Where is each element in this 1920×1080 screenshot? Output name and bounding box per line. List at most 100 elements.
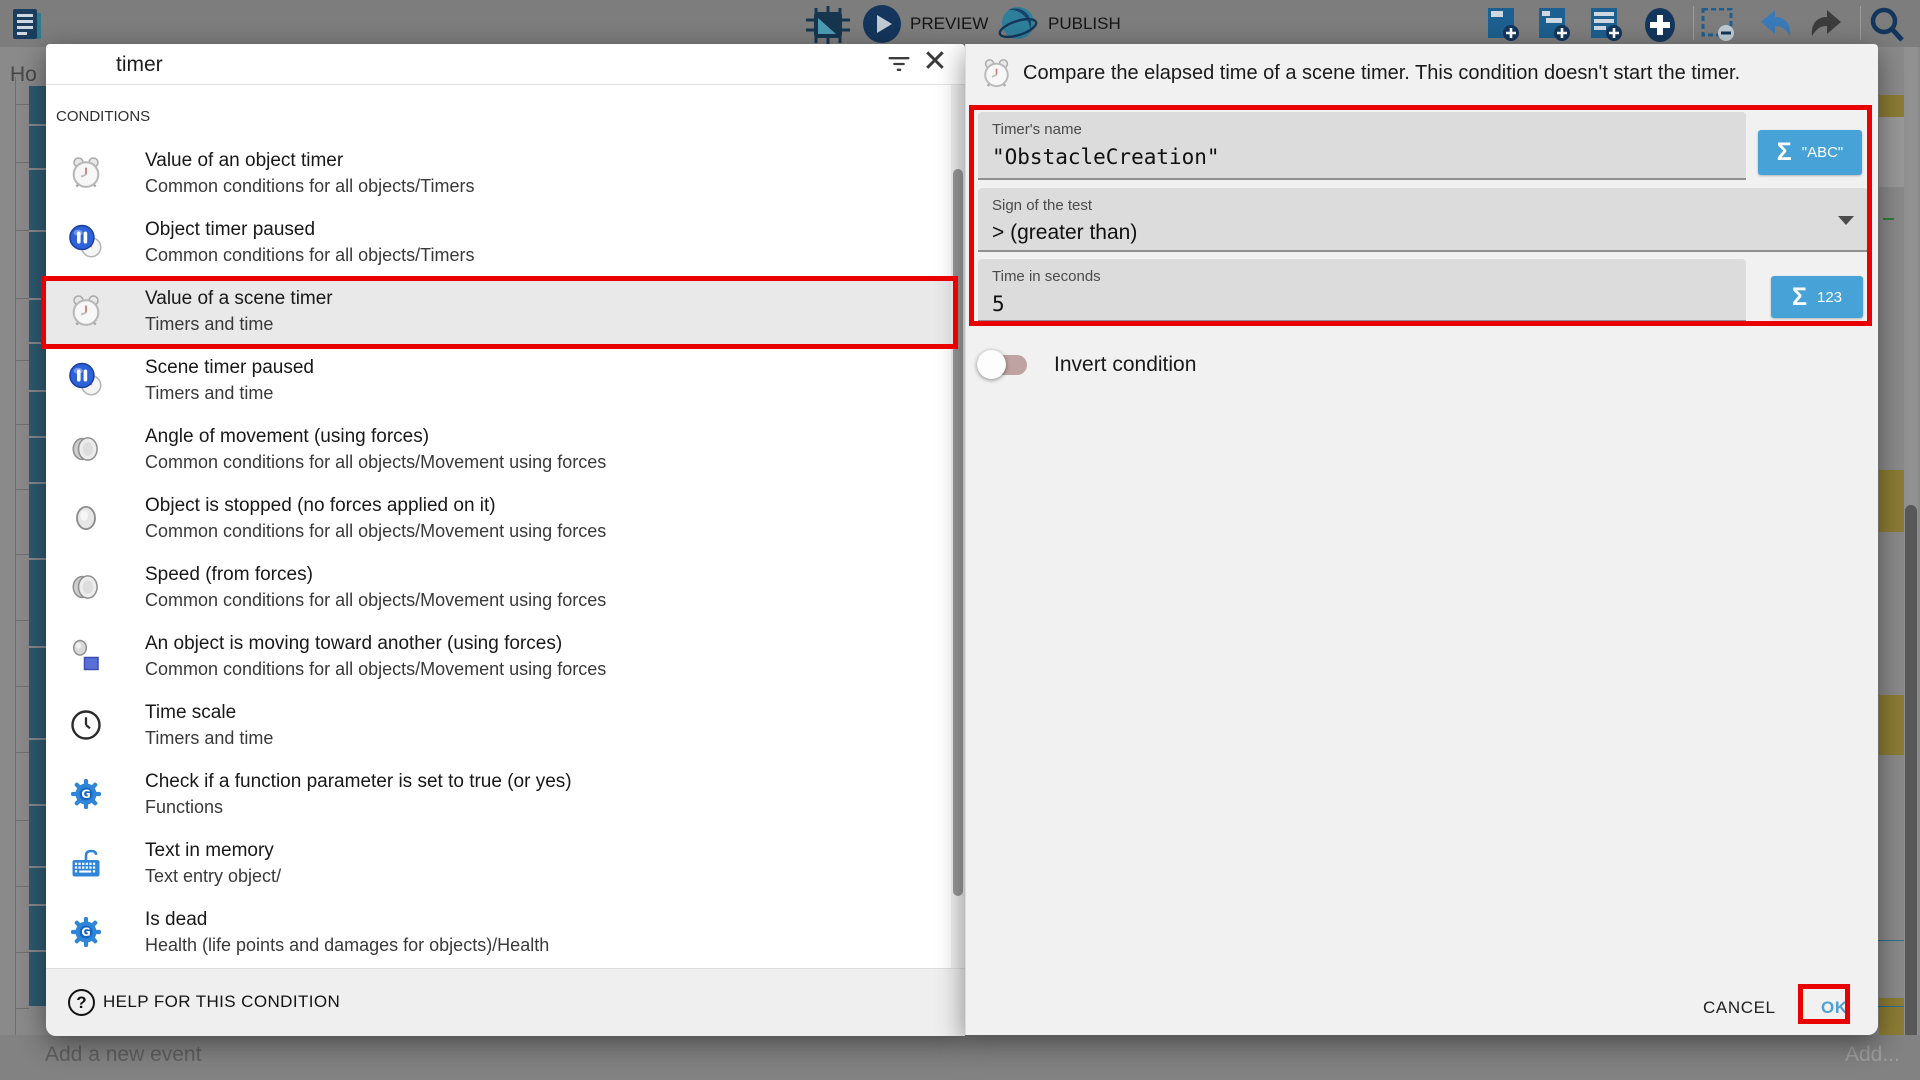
event-block (1879, 695, 1905, 755)
toolbar-divider (1693, 6, 1694, 40)
selection-icon (1701, 8, 1737, 42)
condition-list-item[interactable]: Scene timer paused Timers and time (46, 346, 951, 415)
play-icon (862, 4, 902, 44)
project-manager-icon (10, 7, 44, 41)
string-expression-button[interactable]: Σ "ABC" (1758, 130, 1862, 175)
redo-icon (1809, 8, 1845, 40)
event-block (1879, 470, 1905, 532)
event-block (16, 620, 29, 621)
close-icon[interactable]: ✕ (920, 48, 950, 78)
field-label: Sign of the test (992, 197, 1092, 214)
gear-icon (68, 914, 104, 950)
filter-icon[interactable] (884, 50, 914, 78)
events-footer-background: Add a new event Add... (0, 1035, 1920, 1080)
toggle-thumb[interactable] (977, 350, 1006, 379)
sign-of-test-select[interactable]: Sign of the test > (greater than) (978, 188, 1868, 252)
preview-label: PREVIEW (910, 14, 988, 34)
sign-of-test-value[interactable]: > (greater than) (992, 221, 1137, 245)
condition-list-item[interactable]: Text in memory Text entry object/ (46, 829, 951, 898)
field-label: Time in seconds (992, 268, 1101, 285)
event-block (16, 424, 29, 425)
condition-list-item[interactable]: Is dead Health (life points and damages … (46, 898, 951, 967)
condition-list-item[interactable]: Object is stopped (no forces applied on … (46, 484, 951, 553)
event-block (16, 104, 29, 105)
event-block (16, 952, 29, 953)
conditions-scrollbar-track[interactable] (951, 85, 965, 1012)
condition-subtitle: Functions (145, 797, 223, 818)
sigma-icon: Σ (1792, 285, 1807, 310)
add-event-icon (1486, 8, 1522, 42)
condition-list-item[interactable]: Check if a function parameter is set to … (46, 760, 951, 829)
condition-list-item[interactable]: Angle of movement (using forces) Common … (46, 415, 951, 484)
condition-title: Speed (from forces) (145, 564, 313, 586)
globe-icon (998, 4, 1040, 44)
conditions-list: Value of an object timer Common conditio… (46, 139, 951, 968)
alarm-clock-icon (980, 57, 1013, 90)
time-in-seconds-value[interactable]: 5 (992, 292, 1005, 316)
publish-button: PUBLISH (998, 4, 1138, 44)
coin-icon (68, 500, 104, 536)
condition-subtitle: Timers and time (145, 728, 273, 749)
condition-title: Object timer paused (145, 219, 315, 241)
search-events-icon (1868, 6, 1906, 44)
add-new-event-button: Add a new event (45, 1043, 201, 1067)
conditions-section-header: CONDITIONS (56, 108, 150, 125)
condition-list-item[interactable]: Speed (from forces) Common conditions fo… (46, 553, 951, 622)
keyboard-icon (68, 845, 104, 881)
condition-subtitle: Common conditions for all objects/Moveme… (145, 521, 606, 542)
event-block (1883, 218, 1894, 220)
event-block (1879, 117, 1905, 187)
event-block (16, 1008, 29, 1009)
condition-title: An object is moving toward another (usin… (145, 633, 562, 655)
pause-clock-icon (68, 362, 104, 398)
add-subevent-icon (1537, 8, 1573, 42)
cancel-button[interactable]: CANCEL (1691, 990, 1788, 1026)
condition-title: Is dead (145, 909, 207, 931)
publish-label: PUBLISH (1048, 14, 1121, 34)
sigma-icon: Σ (1777, 140, 1792, 165)
condition-title: Value of an object timer (145, 150, 343, 172)
condition-subtitle: Common conditions for all objects/Timers (145, 176, 474, 197)
condition-title: Object is stopped (no forces applied on … (145, 495, 496, 517)
ok-button[interactable]: OK (1811, 990, 1858, 1026)
condition-subtitle: Timers and time (145, 314, 273, 335)
clock-icon (68, 707, 104, 743)
coins-icon (68, 431, 104, 467)
event-block (16, 554, 29, 555)
search-input[interactable] (114, 49, 858, 81)
condition-list-item[interactable]: Value of an object timer Common conditio… (46, 139, 951, 208)
time-in-seconds-field[interactable]: Time in seconds 5 (978, 259, 1746, 322)
condition-list-item[interactable]: Object timer paused Common conditions fo… (46, 208, 951, 277)
number-expression-button[interactable]: Σ 123 (1771, 276, 1863, 318)
condition-subtitle: Text entry object/ (145, 866, 281, 887)
condition-subtitle: Common conditions for all objects/Moveme… (145, 659, 606, 680)
event-block (16, 489, 29, 490)
conditions-scrollbar-thumb[interactable] (953, 169, 963, 896)
event-block (15, 77, 16, 1052)
condition-subtitle: Common conditions for all objects/Timers (145, 245, 474, 266)
condition-title: Check if a function parameter is set to … (145, 771, 572, 793)
event-block (16, 820, 29, 821)
condition-list-item[interactable]: An object is moving toward another (usin… (46, 622, 951, 691)
timer-name-value[interactable]: "ObstacleCreation" (992, 145, 1220, 169)
event-block (16, 360, 29, 361)
invert-condition-toggle[interactable] (977, 350, 1027, 380)
add-comment-icon (1589, 8, 1625, 42)
condition-title: Text in memory (145, 840, 274, 862)
instruction-picker-panel: ✕ CONDITIONS Value of an object timer Co… (46, 44, 965, 1035)
pause-clock-icon (68, 224, 104, 260)
alarm-clock-icon (68, 155, 104, 191)
event-block (16, 886, 29, 887)
condition-list-item[interactable]: Value of a scene timer Timers and time (46, 277, 951, 346)
chevron-down-icon[interactable] (1838, 216, 1854, 225)
help-for-condition-button[interactable]: HELP FOR THIS CONDITION (103, 992, 340, 1012)
field-label: Timer's name (992, 121, 1082, 138)
coins-icon (68, 569, 104, 605)
debug-icon (806, 6, 850, 44)
timer-name-field[interactable]: Timer's name "ObstacleCreation" (978, 112, 1746, 180)
event-block (16, 752, 29, 753)
condition-list-item[interactable]: Time scale Timers and time (46, 691, 951, 760)
event-block (1879, 95, 1905, 117)
alarm-clock-icon (68, 293, 104, 329)
condition-title: Time scale (145, 702, 236, 724)
